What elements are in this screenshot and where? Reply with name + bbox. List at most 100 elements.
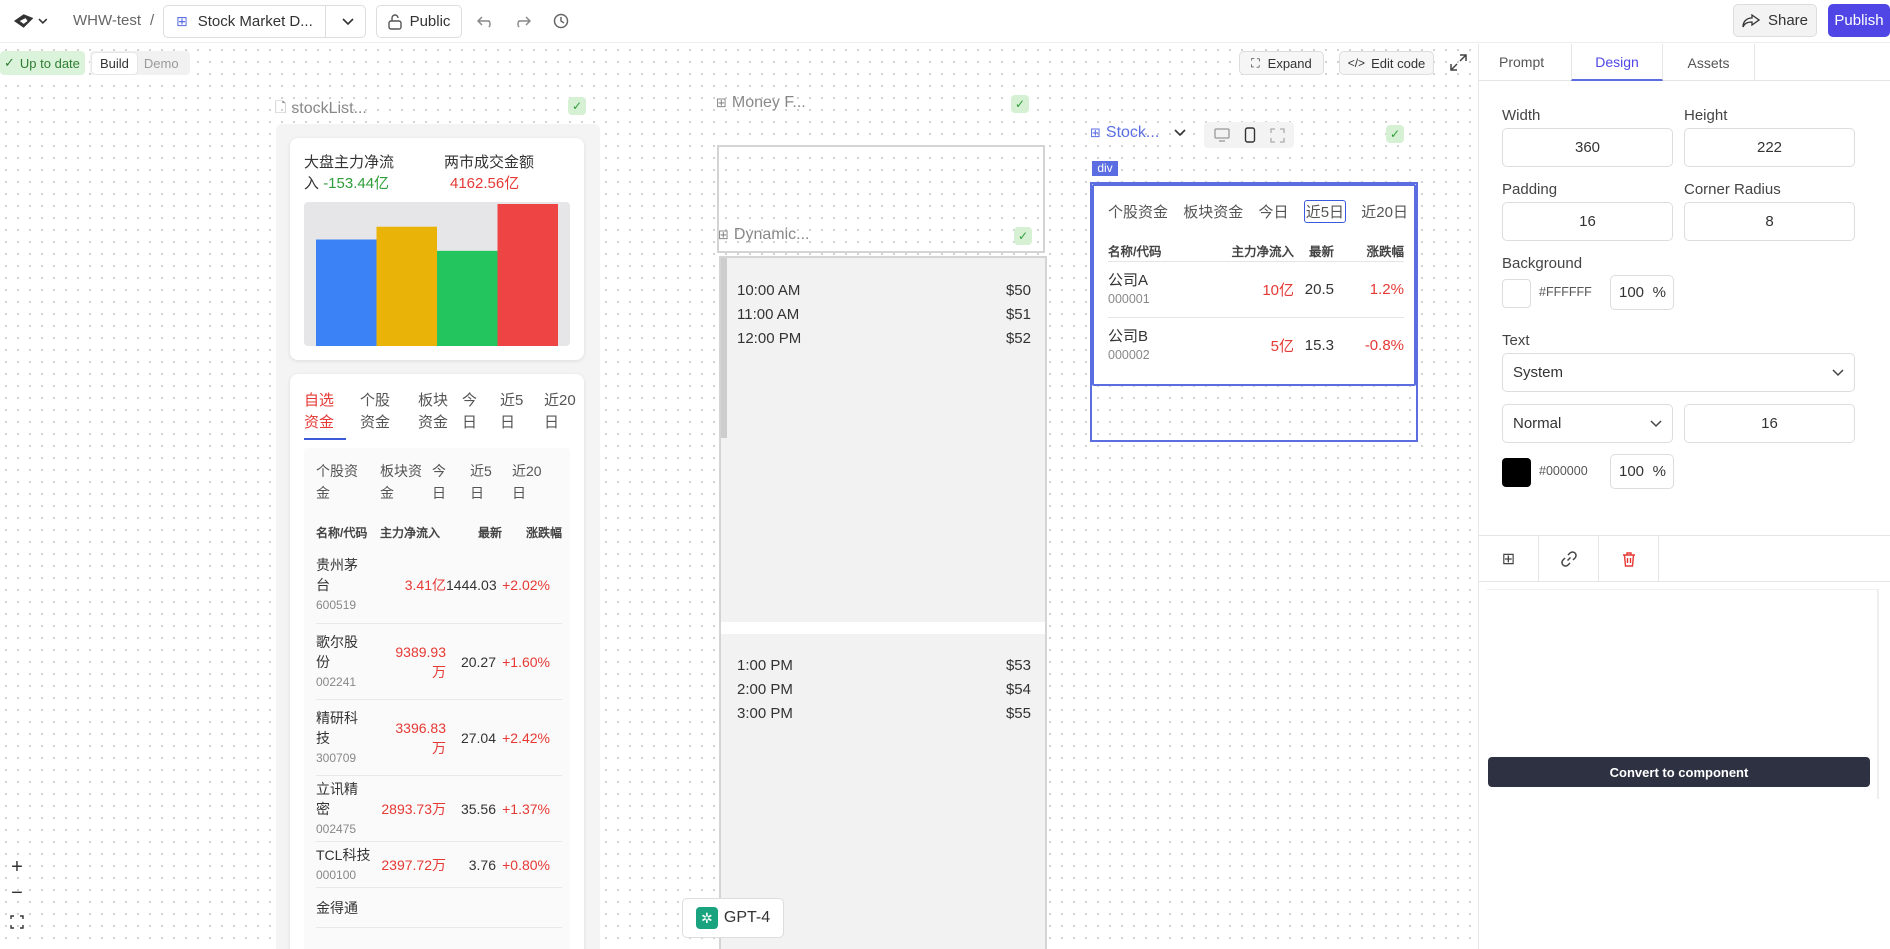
mode-build-button[interactable]: Build [92, 52, 137, 74]
tab-inner-3[interactable]: 近5 日 [470, 460, 492, 504]
mode-demo-button[interactable]: Demo [137, 53, 186, 74]
list-item[interactable]: 精研科技 300709 3396.83 万 27.04 +2.42% [316, 700, 562, 776]
tab-outer-0[interactable]: 自选 资金 [304, 390, 334, 434]
convert-button[interactable]: Convert to component [1488, 757, 1870, 787]
tab-inner-2[interactable]: 今日 [432, 460, 446, 504]
breadcrumb-separator: / [150, 12, 155, 29]
frame-label-money[interactable]: ⊞ Money F... [716, 94, 806, 112]
chart-bar [316, 239, 377, 346]
tab-outer-1[interactable]: 个股 资金 [360, 390, 390, 434]
frame-label-stock[interactable]: ⊞ Stock... [1090, 124, 1186, 142]
redo-icon[interactable] [513, 13, 531, 29]
stock-flow: 2397.72万 [381, 856, 446, 873]
text-opacity-input[interactable]: 100% [1610, 454, 1674, 489]
zoom-out-button[interactable]: − [6, 882, 28, 904]
table-row[interactable]: 公司B 000002 5亿 15.3 -0.8% [1108, 317, 1404, 373]
radius-label: Corner Radius [1684, 181, 1781, 198]
stock-card-tab[interactable]: 今日 [1258, 201, 1288, 222]
panel-tabs: Prompt Design Assets [1479, 44, 1890, 81]
width-input[interactable]: 360 [1502, 128, 1673, 167]
stock-card-tab[interactable]: 个股资金 [1108, 201, 1168, 222]
frame-label-stocklist[interactable]: 🗋 stockList... [275, 97, 367, 121]
mobile-icon[interactable] [1244, 127, 1256, 143]
fit-icon[interactable] [1270, 127, 1285, 143]
weight-select[interactable]: Normal [1502, 404, 1673, 443]
stock-card-tab[interactable]: 近5日 [1303, 200, 1347, 223]
zoom-in-button[interactable]: + [6, 856, 28, 878]
price-label: $50 [1005, 281, 1031, 299]
price-label: $53 [1005, 656, 1031, 674]
stock-flow: 3.41亿 [404, 576, 446, 593]
table-row[interactable]: 公司A 000001 10亿 20.5 1.2% [1108, 261, 1404, 317]
visibility-button[interactable]: Public [376, 5, 462, 38]
tab-inner-4[interactable]: 近20 日 [512, 460, 542, 504]
logo-menu[interactable] [12, 10, 48, 32]
design-canvas[interactable]: ✓ Up to date Build Demo ⛶ Expand </> Edit c… [0, 44, 1476, 949]
time-row: 11:00 AM $51 [737, 302, 1031, 326]
publish-button[interactable]: Publish [1828, 4, 1890, 37]
share-button[interactable]: Share [1733, 4, 1817, 37]
model-selector[interactable]: ✲ GPT-4 [682, 898, 784, 938]
frame-label-dynamic[interactable]: ⊞ Dynamic... [718, 226, 809, 244]
text-hex[interactable]: #000000 [1539, 464, 1588, 478]
stock-price: 3.76 [468, 856, 496, 873]
time-row: 2:00 PM $54 [737, 677, 1031, 701]
tab-outer-4[interactable]: 近5 日 [500, 390, 523, 434]
time-row: 10:00 AM $50 [737, 278, 1031, 302]
stock-code: 000100 [316, 867, 357, 882]
list-item[interactable]: 歌尔股份 002241 9389.93 万 20.27 +1.60% [316, 624, 562, 700]
height-input[interactable]: 222 [1684, 128, 1855, 167]
text-color-swatch[interactable] [1502, 458, 1531, 487]
component-icon: ⊞ [176, 13, 188, 29]
project-name[interactable]: WHW-test [73, 12, 141, 29]
tab-assets[interactable]: Assets [1663, 44, 1755, 81]
tab-design[interactable]: Design [1571, 44, 1663, 81]
fullscreen-icon[interactable] [1450, 54, 1467, 71]
list-header-cell: 名称/代码 [316, 526, 368, 540]
delete-action[interactable] [1599, 536, 1659, 582]
stock-card[interactable]: 个股资金 板块资金 今日 近5日 近20日 名称/代码 主力净流入 最新 涨跌幅 公司A 000… [1092, 184, 1416, 386]
tab-inner-0[interactable]: 个股资金 [316, 460, 358, 504]
scrollbar[interactable] [721, 258, 727, 438]
radius-input[interactable]: 8 [1684, 202, 1855, 241]
font-size-input[interactable]: 16 [1684, 404, 1855, 443]
tab-outer-3[interactable]: 今日 [462, 390, 477, 434]
stock-frame[interactable]: 个股资金 板块资金 今日 近5日 近20日 名称/代码 主力净流入 最新 涨跌幅 公司A 000… [1090, 182, 1418, 442]
edit-code-button[interactable]: </> Edit code [1339, 51, 1434, 75]
tab-inner-1[interactable]: 板块资金 [380, 460, 422, 504]
time-row: 12:00 PM $52 [737, 326, 1031, 350]
stocklist-frame[interactable]: 大盘主力净流 入 -153.44亿 两市成交金额 4162.56亿 自选 资金 个股… [276, 124, 600, 949]
list-item[interactable]: 贵州茅台 600519 3.41亿 1444.03 +2.02% [316, 546, 562, 624]
component-action[interactable]: ⊞ [1479, 536, 1539, 582]
chevron-down-icon[interactable] [1174, 129, 1186, 137]
page-selector[interactable]: ⊞ Stock Market D... [163, 5, 366, 38]
change-cell: 1.2% [1369, 281, 1404, 298]
desktop-icon[interactable] [1214, 128, 1230, 142]
padding-input[interactable]: 16 [1502, 202, 1673, 241]
bg-color-swatch[interactable] [1502, 279, 1531, 308]
list-header: 名称/代码 主力净流入 最新 涨跌幅 [316, 524, 562, 541]
list-item[interactable]: 金得通 [316, 888, 562, 928]
main-flow-block: 大盘主力净流 入 -153.44亿 [304, 154, 395, 192]
list-item[interactable]: TCL科技 000100 2397.72万 3.76 +0.80% [316, 842, 562, 888]
fit-screen-icon[interactable] [10, 915, 24, 929]
stock-card-tab[interactable]: 近20日 [1361, 201, 1408, 222]
stock-card-tab[interactable]: 板块资金 [1183, 201, 1243, 222]
bg-hex[interactable]: #FFFFFF [1539, 285, 1592, 299]
link-action[interactable] [1539, 536, 1599, 582]
expand-button[interactable]: ⛶ Expand [1239, 51, 1324, 75]
stock-code: 002241 [316, 674, 357, 689]
inner-panel: 个股资金板块资金今日 近5 日近20 日 名称/代码 主力净流入 最新 涨跌幅 贵州茅台 60… [304, 448, 570, 949]
history-icon[interactable] [552, 12, 570, 30]
tab-outer-5[interactable]: 近20 日 [544, 390, 576, 434]
check-icon: ✓ [1011, 95, 1029, 113]
font-select[interactable]: System [1502, 353, 1855, 392]
component-icon: ⊞ [1090, 125, 1101, 140]
undo-icon[interactable] [477, 13, 495, 29]
list-item[interactable]: 立讯精密 002475 2893.73万 35.56 +1.37% [316, 776, 562, 842]
tab-prompt[interactable]: Prompt [1499, 54, 1544, 70]
bg-opacity-input[interactable]: 100% [1610, 275, 1674, 310]
dynamic-frame[interactable]: 10:00 AM $50 11:00 AM $51 12:00 PM $52 1:00 P… [719, 256, 1047, 949]
tab-outer-2[interactable]: 板块 资金 [418, 390, 448, 434]
chevron-down-icon [1832, 368, 1844, 376]
